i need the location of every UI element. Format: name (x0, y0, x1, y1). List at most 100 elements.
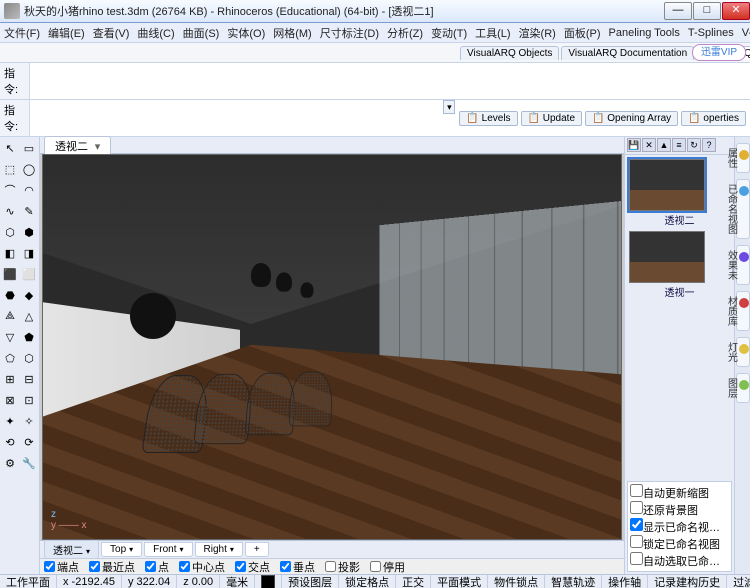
osnap-点[interactable]: 点 (145, 559, 169, 575)
side-panel-tab[interactable]: 图层 (736, 373, 750, 403)
tool-button[interactable]: ⬢ (20, 223, 38, 241)
menu-item[interactable]: Paneling Tools (609, 27, 680, 39)
side-panel-tab[interactable]: 材质库 (736, 291, 750, 331)
tool-button[interactable]: ⬛ (1, 265, 19, 283)
tool-button[interactable]: ◆ (20, 286, 38, 304)
panel-delete-icon[interactable]: ✕ (642, 138, 656, 152)
tool-button[interactable]: ⬡ (1, 223, 19, 241)
plugin-tab[interactable]: VisualARQ Objects (460, 46, 559, 60)
option-checkbox[interactable] (630, 552, 643, 565)
tool-button[interactable]: ⬠ (1, 349, 19, 367)
status-toggle[interactable]: 记录建构历史 (648, 575, 727, 588)
status-toggle[interactable]: 正交 (396, 575, 431, 588)
osnap-停用[interactable]: 停用 (370, 559, 405, 575)
tool-button[interactable]: ▭ (20, 139, 38, 157)
osnap-垂点[interactable]: 垂点 (280, 559, 315, 575)
command-dropdown[interactable]: ▾ (443, 100, 455, 114)
menu-item[interactable]: 曲线(C) (137, 25, 174, 41)
osnap-checkbox[interactable] (325, 561, 336, 572)
panel-help-icon[interactable]: ? (702, 138, 716, 152)
tool-button[interactable]: ▽ (1, 328, 19, 346)
window-minimize-button[interactable]: — (664, 2, 692, 20)
tool-button[interactable]: ✦ (1, 412, 19, 430)
status-cplane[interactable]: 工作平面 (0, 575, 57, 588)
osnap-交点[interactable]: 交点 (235, 559, 270, 575)
osnap-checkbox[interactable] (235, 561, 246, 572)
osnap-checkbox[interactable] (280, 561, 291, 572)
status-toggle[interactable]: 操作轴 (602, 575, 648, 588)
tool-button[interactable]: ⬣ (1, 286, 19, 304)
tool-button[interactable]: 🔧 (20, 454, 38, 472)
tool-button[interactable]: ⚙ (1, 454, 19, 472)
menu-item[interactable]: 尺寸标注(D) (320, 25, 379, 41)
command-history-input[interactable] (30, 63, 750, 99)
named-view-thumbnail[interactable] (629, 159, 705, 211)
status-toggle[interactable]: 过滤器 (727, 575, 750, 588)
tool-button[interactable]: ⟁ (1, 307, 19, 325)
osnap-最近点[interactable]: 最近点 (89, 559, 135, 575)
status-layer-swatch[interactable] (255, 575, 282, 588)
window-close-button[interactable]: ✕ (722, 2, 750, 20)
tool-button[interactable]: ↖ (1, 139, 19, 157)
osnap-端点[interactable]: 端点 (44, 559, 79, 575)
side-panel-tab[interactable]: 已命名视图 (736, 179, 750, 239)
menu-item[interactable]: 分析(Z) (387, 25, 423, 41)
osnap-checkbox[interactable] (370, 561, 381, 572)
side-panel-tab[interactable]: 属性 (736, 143, 750, 173)
osnap-checkbox[interactable] (44, 561, 55, 572)
tool-button[interactable]: ⬟ (20, 328, 38, 346)
tool-button[interactable]: ◠ (20, 181, 38, 199)
menu-item[interactable]: 查看(V) (93, 25, 130, 41)
tool-button[interactable]: ⊞ (1, 370, 19, 388)
tool-button[interactable]: ∿ (1, 202, 19, 220)
osnap-checkbox[interactable] (89, 561, 100, 572)
tool-button[interactable]: ◨ (20, 244, 38, 262)
menu-item[interactable]: 文件(F) (4, 25, 40, 41)
named-view-thumbnail[interactable] (629, 231, 705, 283)
view-tab[interactable]: Top▾ (101, 542, 142, 557)
viewport-tab-dropdown-icon[interactable]: ▾ (95, 141, 101, 153)
menu-item[interactable]: 实体(O) (227, 25, 265, 41)
osnap-checkbox[interactable] (179, 561, 190, 572)
viewport-tab-active[interactable]: 透视二 ▾ (44, 136, 111, 155)
view-tab[interactable]: Front▾ (144, 542, 192, 557)
panel-prop-icon[interactable]: ≡ (672, 138, 686, 152)
plugin-chip[interactable]: 📋 Opening Array (585, 111, 678, 126)
viewport-perspective[interactable] (42, 154, 622, 540)
menu-item[interactable]: 工具(L) (475, 25, 510, 41)
tool-button[interactable]: △ (20, 307, 38, 325)
status-toggle[interactable]: 物件锁点 (488, 575, 545, 588)
menu-item[interactable]: 编辑(E) (48, 25, 85, 41)
tool-button[interactable]: ✧ (20, 412, 38, 430)
plugin-chip[interactable]: 📋 Levels (459, 111, 517, 126)
view-tab[interactable]: + (245, 542, 269, 557)
osnap-投影[interactable]: 投影 (325, 559, 360, 575)
view-tab[interactable]: 透视二▾ (44, 540, 99, 559)
option-checkbox[interactable] (630, 501, 643, 514)
menu-item[interactable]: 网格(M) (273, 25, 312, 41)
tool-button[interactable]: ◯ (20, 160, 38, 178)
plugin-chip[interactable]: 📋 operties (681, 111, 746, 126)
osnap-中心点[interactable]: 中心点 (179, 559, 225, 575)
named-view-option[interactable]: 锁定已命名视图 (630, 535, 729, 552)
menu-item[interactable]: 曲面(S) (183, 25, 220, 41)
panel-refresh-icon[interactable]: ↻ (687, 138, 701, 152)
view-tab[interactable]: Right▾ (195, 542, 243, 557)
plugin-tab[interactable]: VisualARQ Documentation (561, 46, 694, 60)
menu-item[interactable]: 变动(T) (431, 25, 467, 41)
named-view-option[interactable]: 自动选取已命名视图的摄影机 (630, 552, 729, 569)
status-layer-name[interactable]: 预设图层 (282, 575, 339, 588)
panel-save-icon[interactable]: 💾 (627, 138, 641, 152)
window-maximize-button[interactable]: □ (693, 2, 721, 20)
option-checkbox[interactable] (630, 518, 643, 531)
command-input[interactable] (30, 100, 443, 136)
tool-button[interactable]: ⬡ (20, 349, 38, 367)
menu-item[interactable]: 面板(P) (564, 25, 601, 41)
status-toggle[interactable]: 锁定格点 (339, 575, 396, 588)
side-panel-tab[interactable]: 灯光 (736, 337, 750, 367)
option-checkbox[interactable] (630, 484, 643, 497)
tool-button[interactable]: ⟲ (1, 433, 19, 451)
tool-button[interactable]: ⊡ (20, 391, 38, 409)
plugin-chip[interactable]: 📋 Update (521, 111, 582, 126)
tool-button[interactable]: ⬚ (1, 160, 19, 178)
